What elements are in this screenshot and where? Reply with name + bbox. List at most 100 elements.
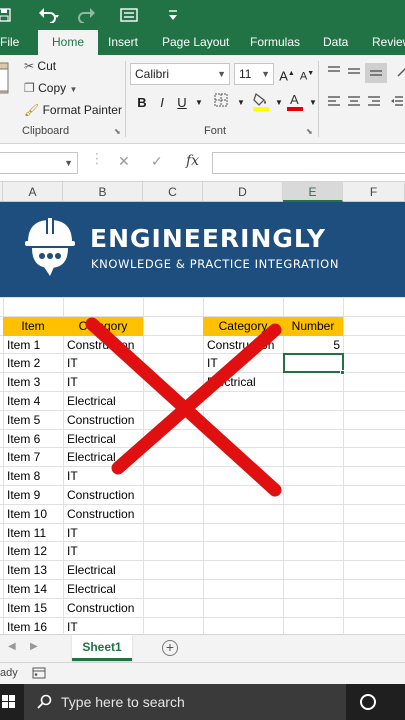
category-cell[interactable]: IT xyxy=(63,467,143,485)
item-cell[interactable]: Item 15 xyxy=(3,599,63,617)
grow-font-button[interactable]: A▲ xyxy=(278,64,296,84)
column-header-f[interactable]: F xyxy=(343,182,405,202)
summary-category-cell[interactable]: Electrical xyxy=(203,373,283,391)
item-cell[interactable]: Item 14 xyxy=(3,580,63,598)
tab-insert[interactable]: Insert xyxy=(108,30,138,55)
column-header-b[interactable]: B xyxy=(63,182,143,202)
font-size-combo[interactable]: 11 ▼ xyxy=(234,63,274,85)
scroll-left-icon[interactable]: ◀ xyxy=(8,641,16,652)
selected-cell[interactable] xyxy=(283,353,344,373)
align-bottom-icon[interactable] xyxy=(365,63,387,83)
item-cell[interactable]: Item 16 xyxy=(3,618,63,634)
summary-category-cell[interactable]: Construction xyxy=(203,336,283,354)
category-cell[interactable]: Construction xyxy=(63,486,143,504)
header-category[interactable]: Category xyxy=(63,317,143,336)
header-category-summary[interactable]: Category xyxy=(203,317,283,336)
category-cell[interactable]: IT xyxy=(63,354,143,372)
formula-input[interactable] xyxy=(212,152,405,174)
align-top-icon[interactable] xyxy=(325,63,343,83)
item-cell[interactable]: Item 9 xyxy=(3,486,63,504)
name-box[interactable]: ▼ xyxy=(0,152,78,174)
column-header-a[interactable]: A xyxy=(3,182,63,202)
font-name-combo[interactable]: Calibri ▼ xyxy=(130,63,230,85)
fill-color-icon[interactable] xyxy=(252,91,270,111)
tab-page-layout[interactable]: Page Layout xyxy=(162,30,229,55)
category-cell[interactable]: Electrical xyxy=(63,561,143,579)
worksheet-grid[interactable]: ENGINEERINGLY KNOWLEDGE & PRACTICE INTEG… xyxy=(0,202,405,634)
cortana-icon[interactable] xyxy=(360,694,376,710)
add-sheet-button[interactable]: + xyxy=(162,640,178,656)
borders-icon[interactable] xyxy=(212,93,230,113)
insert-function-icon[interactable]: fx xyxy=(186,153,199,169)
cancel-icon[interactable]: ✕ xyxy=(118,153,130,170)
chevron-down-icon[interactable]: ▼ xyxy=(232,93,250,113)
dialog-launcher-icon[interactable]: ⬊ xyxy=(114,127,121,136)
summary-number-cell[interactable] xyxy=(283,373,343,391)
tab-home[interactable]: Home xyxy=(38,30,99,55)
align-center-icon[interactable] xyxy=(345,93,363,113)
customize-qat-icon[interactable] xyxy=(166,4,180,26)
macro-record-icon[interactable] xyxy=(32,666,46,683)
column-header-e[interactable]: E xyxy=(283,182,343,202)
item-cell[interactable]: Item 6 xyxy=(3,430,63,448)
align-right-icon[interactable] xyxy=(365,93,383,113)
item-cell[interactable]: Item 4 xyxy=(3,392,63,410)
bold-button[interactable]: B xyxy=(133,93,151,113)
shrink-font-button[interactable]: A▼ xyxy=(298,64,316,84)
item-cell[interactable]: Item 7 xyxy=(3,448,63,466)
summary-category-cell[interactable]: IT xyxy=(203,354,283,372)
category-cell[interactable]: IT xyxy=(63,373,143,391)
underline-button[interactable]: U xyxy=(173,93,191,113)
category-cell[interactable]: Electrical xyxy=(63,448,143,466)
category-cell[interactable]: Construction xyxy=(63,505,143,523)
sheet-tab-sheet1[interactable]: Sheet1 xyxy=(72,635,132,661)
save-icon[interactable] xyxy=(0,4,12,26)
chevron-down-icon[interactable]: ▼ xyxy=(304,93,322,113)
category-cell[interactable]: IT xyxy=(63,524,143,542)
category-cell[interactable]: Electrical xyxy=(63,430,143,448)
category-cell[interactable]: Electrical xyxy=(63,392,143,410)
format-painter-button[interactable]: 🖌 Format Painter xyxy=(24,103,122,117)
header-item[interactable]: Item xyxy=(3,317,63,336)
copy-button[interactable]: ❐ Copy ▼ xyxy=(24,81,77,95)
align-left-icon[interactable] xyxy=(325,93,343,113)
item-cell[interactable]: Item 5 xyxy=(3,411,63,429)
undo-icon[interactable] xyxy=(34,4,64,26)
category-cell[interactable]: Construction xyxy=(63,411,143,429)
cut-button[interactable]: ✂ Cut xyxy=(24,59,56,73)
item-cell[interactable]: Item 8 xyxy=(3,467,63,485)
redo-icon[interactable] xyxy=(74,4,104,26)
dialog-launcher-icon[interactable]: ⬊ xyxy=(306,127,313,136)
category-cell[interactable]: Electrical xyxy=(63,580,143,598)
orientation-icon[interactable] xyxy=(394,63,405,83)
summary-number-cell[interactable]: 5 xyxy=(283,336,343,354)
align-middle-icon[interactable] xyxy=(345,63,363,83)
item-cell[interactable]: Item 1 xyxy=(3,336,63,354)
item-cell[interactable]: Item 13 xyxy=(3,561,63,579)
chevron-down-icon[interactable]: ▼ xyxy=(190,93,208,113)
item-cell[interactable]: Item 2 xyxy=(3,354,63,372)
tab-data[interactable]: Data xyxy=(323,30,348,55)
item-cell[interactable]: Item 11 xyxy=(3,524,63,542)
taskbar-search-box[interactable]: Type here to search xyxy=(24,684,346,720)
fill-handle[interactable] xyxy=(340,370,345,375)
column-header-d[interactable]: D xyxy=(203,182,283,202)
scroll-right-icon[interactable]: ▶ xyxy=(30,641,38,652)
windows-start-icon[interactable] xyxy=(0,684,22,720)
tab-review[interactable]: Review xyxy=(372,30,405,55)
category-cell[interactable]: Construction xyxy=(63,336,143,354)
category-cell[interactable]: IT xyxy=(63,542,143,560)
paste-icon[interactable] xyxy=(0,59,12,105)
tab-formulas[interactable]: Formulas xyxy=(250,30,300,55)
form-icon[interactable] xyxy=(118,4,140,26)
category-cell[interactable]: Construction xyxy=(63,599,143,617)
item-cell[interactable]: Item 3 xyxy=(3,373,63,391)
font-color-icon[interactable]: A xyxy=(286,91,304,111)
category-cell[interactable]: IT xyxy=(63,618,143,634)
tab-file[interactable]: File xyxy=(0,30,19,55)
decrease-indent-icon[interactable] xyxy=(388,93,405,113)
column-header-c[interactable]: C xyxy=(143,182,203,202)
header-number[interactable]: Number xyxy=(283,317,343,336)
item-cell[interactable]: Item 10 xyxy=(3,505,63,523)
item-cell[interactable]: Item 12 xyxy=(3,542,63,560)
